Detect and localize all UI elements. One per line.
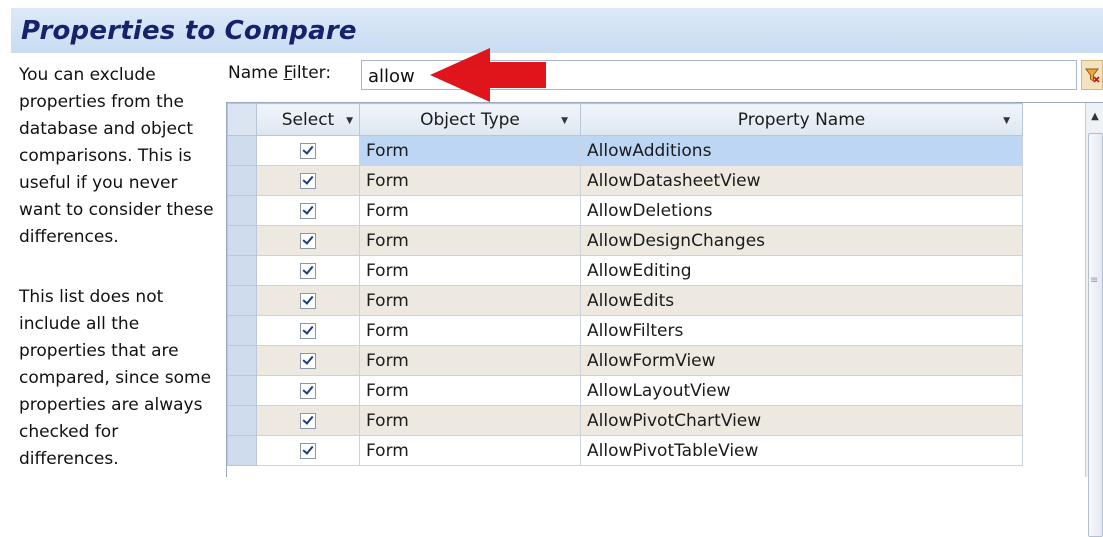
clear-filter-button[interactable] [1081,60,1103,90]
object-type-cell[interactable]: Form [359,315,581,346]
table-row[interactable]: Form AllowPivotChartView [227,405,1093,436]
property-name-cell[interactable]: AllowDeletions [580,195,1023,226]
row-selector[interactable] [227,165,257,196]
object-type-cell[interactable]: Form [359,405,581,436]
filter-icon [1085,68,1100,83]
header-blank [1022,103,1093,136]
select-checkbox[interactable] [300,262,316,279]
row-selector[interactable] [227,255,257,286]
property-name-cell[interactable]: AllowEditing [580,255,1023,286]
section-title: Properties to Compare [21,16,357,46]
select-cell[interactable] [256,315,360,346]
row-blank [1022,195,1093,226]
select-checkbox[interactable] [300,322,316,339]
row-selector[interactable] [227,375,257,406]
row-selector[interactable] [227,225,257,256]
property-name-cell[interactable]: AllowAdditions [580,135,1023,166]
select-checkbox[interactable] [300,412,316,429]
table-row[interactable]: Form AllowLayoutView [227,375,1093,406]
row-blank [1022,315,1093,346]
select-cell[interactable] [256,405,360,436]
select-checkbox[interactable] [300,292,316,309]
table-row[interactable]: Form AllowDatasheetView [227,165,1093,196]
select-cell[interactable] [256,225,360,256]
description-paragraph-2: This list does not include all the prope… [19,287,212,469]
property-name-cell[interactable]: AllowPivotTableView [580,435,1023,466]
row-blank [1022,405,1093,436]
select-all-corner[interactable] [227,103,257,136]
row-blank [1022,435,1093,466]
property-name-cell[interactable]: AllowDatasheetView [580,165,1023,196]
row-blank [1022,375,1093,406]
object-type-cell[interactable]: Form [359,255,581,286]
row-blank [1022,345,1093,376]
object-type-cell[interactable]: Form [359,135,581,166]
select-checkbox[interactable] [300,172,316,189]
select-cell[interactable] [256,375,360,406]
row-blank [1022,135,1093,166]
property-name-cell[interactable]: AllowEdits [580,285,1023,316]
object-type-cell[interactable]: Form [359,195,581,226]
row-blank [1022,165,1093,196]
select-cell[interactable] [256,165,360,196]
object-type-cell[interactable]: Form [359,375,581,406]
select-checkbox[interactable] [300,232,316,249]
select-checkbox[interactable] [300,352,316,369]
table-row[interactable]: Form AllowAdditions [227,135,1093,166]
description-paragraph-1: You can exclude properties from the data… [19,65,214,247]
select-cell[interactable] [256,435,360,466]
table-row[interactable]: Form AllowDeletions [227,195,1093,226]
row-selector[interactable] [227,405,257,436]
object-type-cell[interactable]: Form [359,285,581,316]
table-row[interactable]: Form AllowPivotTableView [227,435,1093,466]
chevron-down-icon[interactable]: ▼ [1003,116,1010,126]
object-type-cell[interactable]: Form [359,435,581,466]
object-type-cell[interactable]: Form [359,225,581,256]
property-name-cell[interactable]: AllowDesignChanges [580,225,1023,256]
property-name-cell[interactable]: AllowFilters [580,315,1023,346]
select-checkbox[interactable] [300,442,316,459]
vertical-scrollbar[interactable]: ▲ ≡ [1085,103,1103,537]
properties-table: Select ▼ Object Type ▼ Property Name ▼ Form… [227,103,1093,466]
select-cell[interactable] [256,135,360,166]
select-cell[interactable] [256,195,360,226]
table-row[interactable]: Form AllowFormView [227,345,1093,376]
row-selector[interactable] [227,435,257,466]
object-type-cell[interactable]: Form [359,345,581,376]
row-blank [1022,285,1093,316]
property-name-cell[interactable]: AllowPivotChartView [580,405,1023,436]
property-name-cell[interactable]: AllowLayoutView [580,375,1023,406]
row-blank [1022,255,1093,286]
column-header-property-name[interactable]: Property Name ▼ [580,103,1023,136]
row-selector[interactable] [227,315,257,346]
property-name-cell[interactable]: AllowFormView [580,345,1023,376]
scroll-grip-icon: ≡ [1090,275,1099,286]
chevron-down-icon[interactable]: ▼ [346,116,353,126]
scrollbar-thumb[interactable] [1088,133,1103,537]
select-cell[interactable] [256,285,360,316]
select-checkbox[interactable] [300,382,316,399]
row-selector[interactable] [227,135,257,166]
table-row[interactable]: Form AllowDesignChanges [227,225,1093,256]
table-row[interactable]: Form AllowFilters [227,315,1093,346]
table-row[interactable]: Form AllowEdits [227,285,1093,316]
table-row[interactable]: Form AllowEditing [227,255,1093,286]
properties-grid[interactable]: Select ▼ Object Type ▼ Property Name ▼ Form… [226,102,1103,477]
select-checkbox[interactable] [300,142,316,159]
chevron-down-icon[interactable]: ▼ [561,116,568,126]
select-cell[interactable] [256,255,360,286]
row-selector[interactable] [227,285,257,316]
name-filter-label: Name Filter: [228,63,332,83]
row-selector[interactable] [227,345,257,376]
section-header: Properties to Compare [11,8,1103,53]
select-cell[interactable] [256,345,360,376]
red-arrow-annotation [430,48,546,102]
object-type-cell[interactable]: Form [359,165,581,196]
column-header-object-type[interactable]: Object Type ▼ [359,103,581,136]
row-selector[interactable] [227,195,257,226]
scroll-up-arrow-icon[interactable]: ▲ [1086,103,1103,131]
row-blank [1022,225,1093,256]
column-header-select[interactable]: Select ▼ [256,103,360,136]
select-checkbox[interactable] [300,202,316,219]
